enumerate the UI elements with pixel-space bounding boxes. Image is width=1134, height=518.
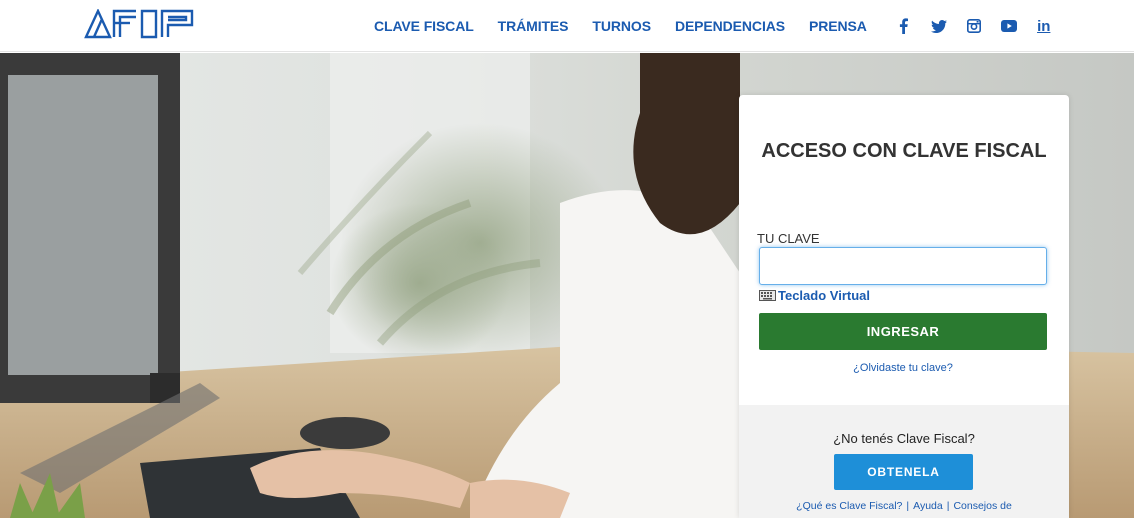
nav-tramites[interactable]: TRÁMITES	[498, 18, 569, 34]
help-links: ¿Qué es Clave Fiscal? | Ayuda | Consejos de	[739, 500, 1069, 512]
obtenela-button[interactable]: OBTENELA	[834, 454, 973, 490]
virtual-keyboard-link[interactable]: Teclado Virtual	[759, 287, 870, 303]
virtual-keyboard-label: Teclado Virtual	[778, 287, 870, 303]
main-nav: CLAVE FISCAL TRÁMITES TURNOS DEPENDENCIA…	[374, 0, 1068, 52]
ingresar-button[interactable]: INGRESAR	[759, 313, 1047, 350]
instagram-icon[interactable]	[963, 15, 985, 37]
clave-input[interactable]	[759, 247, 1047, 285]
linkedin-label: in	[1037, 17, 1051, 35]
link-separator: |	[906, 500, 910, 512]
clave-label: TU CLAVE	[757, 231, 820, 246]
site-header: CLAVE FISCAL TRÁMITES TURNOS DEPENDENCIA…	[0, 0, 1134, 52]
nav-turnos[interactable]: TURNOS	[592, 18, 651, 34]
twitter-icon[interactable]	[928, 15, 950, 37]
no-clave-prompt: ¿No tenés Clave Fiscal?	[833, 431, 975, 446]
link-separator: |	[946, 500, 950, 512]
nav-dependencias[interactable]: DEPENDENCIAS	[675, 18, 785, 34]
nav-prensa[interactable]: PRENSA	[809, 18, 867, 34]
what-is-clave-link[interactable]: ¿Qué es Clave Fiscal?	[796, 500, 902, 512]
login-title: ACCESO CON CLAVE FISCAL	[761, 140, 1047, 162]
login-card: ACCESO CON CLAVE FISCAL TU CLAVE Teclado…	[739, 95, 1069, 518]
tips-link[interactable]: Consejos de	[953, 500, 1011, 512]
linkedin-icon[interactable]: in	[1033, 15, 1055, 37]
signup-section: ¿No tenés Clave Fiscal? OBTENELA ¿Qué es…	[739, 405, 1069, 518]
social-links: in	[893, 15, 1068, 37]
help-link[interactable]: Ayuda	[913, 500, 943, 512]
facebook-icon[interactable]	[893, 15, 915, 37]
nav-clave-fiscal[interactable]: CLAVE FISCAL	[374, 18, 474, 34]
youtube-icon[interactable]	[998, 15, 1020, 37]
forgot-password-link[interactable]: ¿Olvidaste tu clave?	[759, 362, 1047, 374]
afip-logo[interactable]	[84, 8, 196, 39]
keyboard-icon	[759, 289, 776, 301]
